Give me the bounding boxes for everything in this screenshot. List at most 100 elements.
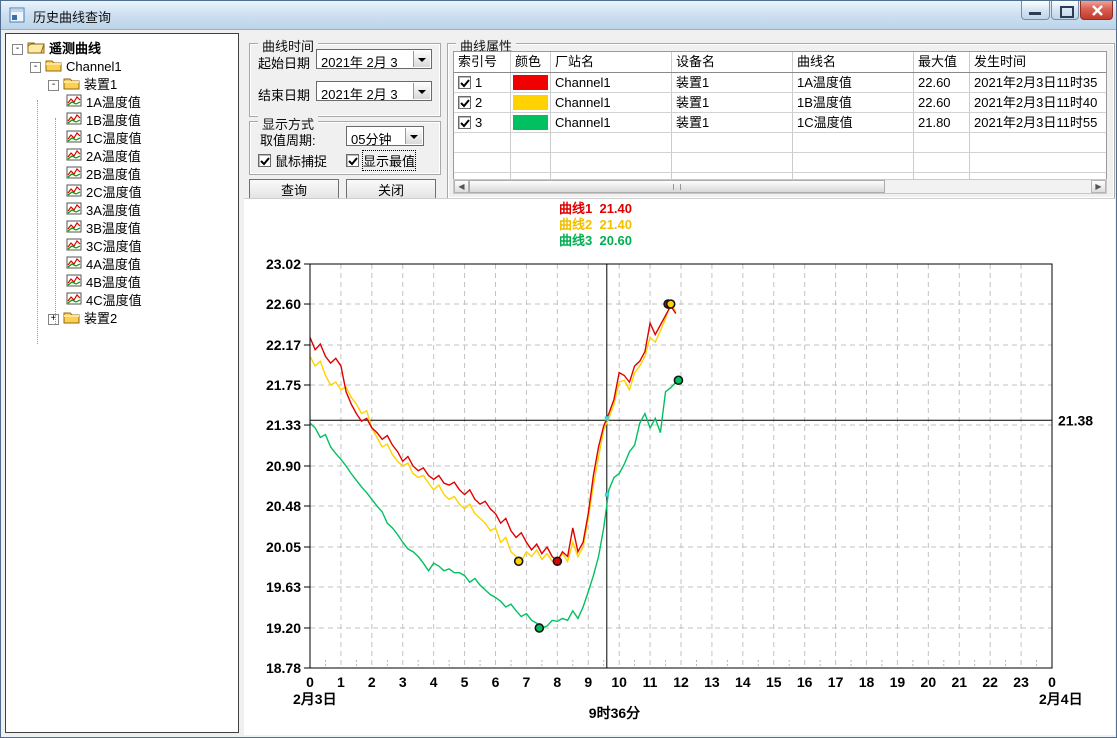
show-extremes-checkbox[interactable]: 显示最值	[346, 151, 415, 170]
tree-leaf-curve[interactable]: 4C温度值	[6, 292, 238, 310]
svg-text:8: 8	[553, 674, 561, 690]
tree-leaf-label: 2C温度值	[86, 184, 142, 202]
app-icon	[9, 7, 25, 23]
collapse-icon[interactable]: -	[48, 80, 59, 91]
svg-text:2月3日: 2月3日	[293, 691, 337, 707]
checkbox-checked-icon[interactable]	[258, 154, 271, 167]
chevron-down-icon[interactable]	[413, 83, 430, 99]
tree-node-device1[interactable]: - 装置1	[6, 76, 238, 94]
svg-text:20.90: 20.90	[266, 458, 301, 474]
scroll-left-icon[interactable]: ◀	[454, 180, 469, 193]
tree-leaf-curve[interactable]: 3B温度值	[6, 220, 238, 238]
tree-node-device2[interactable]: + 装置2	[6, 310, 238, 328]
tree-leaf-curve[interactable]: 2C温度值	[6, 184, 238, 202]
minimize-button[interactable]	[1021, 1, 1050, 20]
curve-icon	[66, 166, 82, 184]
period-label: 取值周期:	[260, 130, 316, 149]
tree-leaf-label: 3A温度值	[86, 202, 141, 220]
row-checkbox[interactable]	[458, 96, 471, 109]
svg-text:22: 22	[982, 674, 998, 690]
scroll-right-icon[interactable]: ▶	[1091, 180, 1106, 193]
tree-node-label: 装置1	[84, 76, 117, 94]
svg-text:21.33: 21.33	[266, 417, 301, 433]
tree-leaf-curve[interactable]: 1B温度值	[6, 112, 238, 130]
checkbox-checked-icon[interactable]	[346, 154, 359, 167]
svg-text:6: 6	[492, 674, 500, 690]
tree-leaf-label: 1C温度值	[86, 130, 142, 148]
collapse-icon[interactable]: -	[12, 44, 23, 55]
header-max: 最大值	[914, 52, 970, 72]
curve-icon	[66, 148, 82, 166]
svg-text:22.17: 22.17	[266, 337, 301, 353]
mouse-capture-label: 鼠标捕捉	[275, 151, 327, 170]
svg-text:18: 18	[859, 674, 875, 690]
tree-leaf-curve[interactable]: 2B温度值	[6, 166, 238, 184]
svg-text:17: 17	[828, 674, 844, 690]
history-curve-chart[interactable]: 23.0222.6022.1721.7521.3320.9020.4820.05…	[245, 251, 1117, 738]
tree-guide	[55, 118, 56, 324]
tree-node-channel[interactable]: - Channel1	[6, 58, 238, 76]
svg-text:10: 10	[611, 674, 627, 690]
tree-guide	[37, 100, 38, 344]
svg-text:9: 9	[584, 674, 592, 690]
period-select[interactable]: 05分钟	[346, 126, 424, 146]
table-row[interactable]: 1 Channel1 装置1 1A温度值 22.60 2021年2月3日11时3…	[454, 73, 1106, 93]
scrollbar-thumb[interactable]	[469, 180, 885, 193]
tree-leaf-curve[interactable]: 2A温度值	[6, 148, 238, 166]
folder-icon	[45, 58, 62, 77]
mouse-capture-checkbox[interactable]: 鼠标捕捉	[258, 151, 327, 170]
table-row[interactable]: 3 Channel1 装置1 1C温度值 21.80 2021年2月3日11时5…	[454, 113, 1106, 133]
table-hscrollbar[interactable]: ◀ ▶	[453, 179, 1107, 194]
svg-text:19: 19	[890, 674, 906, 690]
tree-leaf-curve[interactable]: 1C温度值	[6, 130, 238, 148]
row-station: Channel1	[551, 73, 672, 92]
row-device: 装置1	[672, 113, 793, 132]
tree-leaf-curve[interactable]: 3A温度值	[6, 202, 238, 220]
row-station: Channel1	[551, 113, 672, 132]
row-checkbox[interactable]	[458, 76, 471, 89]
svg-text:4: 4	[430, 674, 438, 690]
tree-leaf-label: 2A温度值	[86, 148, 141, 166]
start-date-select[interactable]: 2021年 2月 3	[316, 49, 432, 69]
chevron-down-icon[interactable]	[405, 128, 422, 144]
svg-text:0: 0	[1048, 674, 1056, 690]
tree-leaf-curve[interactable]: 4A温度值	[6, 256, 238, 274]
svg-text:15: 15	[766, 674, 782, 690]
row-device: 装置1	[672, 93, 793, 112]
svg-text:12: 12	[673, 674, 689, 690]
table-row[interactable]: 2 Channel1 装置1 1B温度值 22.60 2021年2月3日11时4…	[454, 93, 1106, 113]
end-date-select[interactable]: 2021年 2月 3	[316, 81, 432, 101]
color-swatch	[513, 115, 548, 130]
tree-leaf-curve[interactable]: 3C温度值	[6, 238, 238, 256]
chevron-down-icon[interactable]	[413, 51, 430, 67]
row-time: 2021年2月3日11时40	[970, 93, 1106, 112]
svg-text:11: 11	[643, 674, 658, 690]
row-curve: 1B温度值	[793, 93, 914, 112]
row-checkbox[interactable]	[458, 116, 471, 129]
row-max: 22.60	[914, 93, 970, 112]
svg-text:20: 20	[921, 674, 937, 690]
collapse-icon[interactable]: -	[30, 62, 41, 73]
tree-leaf-curve[interactable]: 1A温度值	[6, 94, 238, 112]
tree-node-root[interactable]: - 遥测曲线	[6, 40, 238, 58]
curve-icon	[66, 184, 82, 202]
history-curve-window: 历史曲线查询 - 遥测曲线 - Channel1 - 装置1 1A温度值 1B温…	[0, 0, 1117, 738]
curve-icon	[66, 94, 82, 112]
color-swatch	[513, 75, 548, 90]
close-button[interactable]	[1080, 1, 1113, 20]
titlebar: 历史曲线查询	[1, 1, 1116, 30]
svg-text:13: 13	[704, 674, 720, 690]
expand-icon[interactable]: +	[48, 314, 59, 325]
tree-leaf-curve[interactable]: 4B温度值	[6, 274, 238, 292]
row-curve: 1A温度值	[793, 73, 914, 92]
curve-icon	[66, 238, 82, 256]
svg-text:3: 3	[399, 674, 407, 690]
tree-leaf-label: 4C温度值	[86, 292, 142, 310]
header-time: 发生时间	[970, 52, 1106, 72]
header-device: 设备名	[672, 52, 793, 72]
restore-button[interactable]	[1051, 1, 1079, 20]
folder-icon	[63, 76, 80, 95]
curve-time-group: 曲线时间 起始日期 2021年 2月 3 结束日期 2021年 2月 3	[249, 43, 441, 117]
svg-text:0: 0	[306, 674, 314, 690]
curve-icon	[66, 112, 82, 130]
